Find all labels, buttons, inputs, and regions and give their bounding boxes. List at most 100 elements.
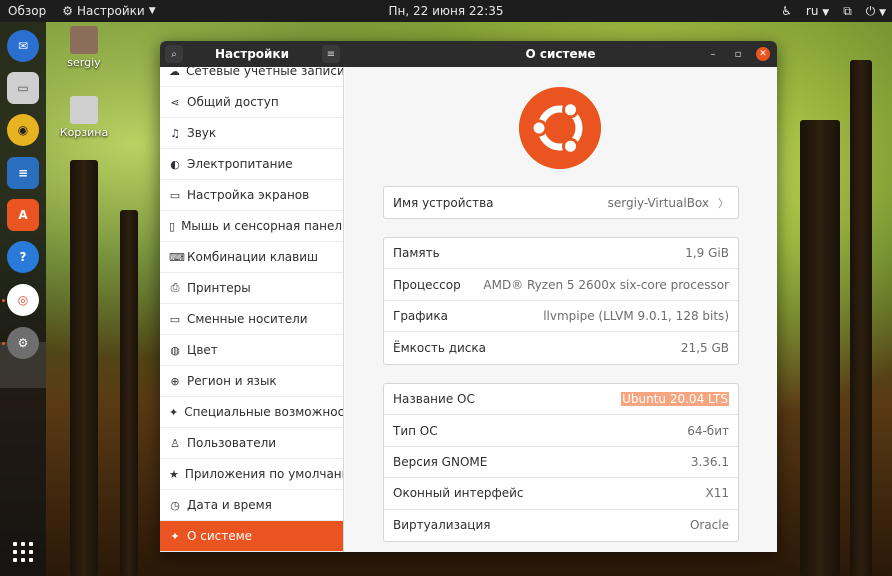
sidebar-item-label: Мышь и сенсорная панель [181, 219, 344, 233]
hamburger-icon: ≡ [326, 48, 336, 60]
sidebar-item[interactable]: ⌨ Комбинации клавиш [160, 242, 343, 273]
help-icon[interactable]: ? [7, 241, 39, 273]
info-value-text: Oracle [689, 518, 729, 533]
running-indicator [2, 299, 5, 302]
hardware-card: Память 1,9 GiB Процессор AMD® Ryzen 5 2600x… [383, 237, 739, 365]
info-value-text: Ubuntu 20.04 LTS [621, 392, 729, 407]
rhythmbox-icon[interactable]: ◉ [7, 114, 39, 146]
sidebar-item[interactable]: ✦ Специальные возможности [160, 397, 344, 428]
sidebar-item[interactable]: ★ Приложения по умолчанию [160, 459, 344, 490]
info-label: Процессор [393, 277, 461, 292]
sidebar-list: ☁ Сетевые учётные записи ⋖ Общий доступ ♫ Зву… [160, 67, 344, 552]
activities-button[interactable]: Обзор [0, 0, 54, 22]
desktop-trash[interactable]: Корзина [54, 96, 114, 139]
globe-icon: ⊕ [170, 374, 180, 388]
app-menu-label: Настройки [76, 4, 145, 18]
software-row: Название ОС Ubuntu 20.04 LTS [384, 384, 738, 416]
running-indicator [2, 342, 5, 345]
info-value: 21,5 GB [681, 341, 729, 355]
writer-icon[interactable]: ≡ [7, 157, 39, 189]
app-menu[interactable]: ⚙ Настройки ▼ [54, 0, 163, 22]
info-value: 1,9 GiB [685, 246, 729, 260]
software-icon[interactable]: A [7, 199, 39, 231]
sidebar-item[interactable]: ☁ Сетевые учётные записи [160, 67, 343, 87]
device-card: Имя устройства sergiy-VirtualBox 〉 [383, 186, 739, 220]
device-name-label: Имя устройства [393, 195, 494, 210]
sidebar-item[interactable]: ♫ Звук [160, 118, 343, 149]
sidebar-item[interactable]: ⎙ Принтеры [160, 273, 343, 304]
chrome-icon[interactable]: ◎ [7, 284, 39, 316]
info-value: AMD® Ryzen 5 2600x six-core processor [483, 278, 729, 292]
minimize-button[interactable]: – [706, 47, 720, 61]
hardware-row: Память 1,9 GiB [384, 238, 738, 270]
top-bar: Обзор ⚙ Настройки ▼ Пн, 22 июня 22:35 ♿ … [0, 0, 892, 22]
software-row: Виртуализация Oracle [384, 510, 738, 541]
info-label: Оконный интерфейс [393, 486, 524, 501]
cloud-icon: ☁ [169, 67, 180, 78]
lang-indicator[interactable]: ru ▼ [806, 4, 829, 18]
info-value: llvmpipe (LLVM 9.0.1, 128 bits) [543, 309, 729, 323]
sidebar-item[interactable]: ▭ Сменные носители [160, 304, 343, 335]
clock[interactable]: Пн, 22 июня 22:35 [381, 0, 512, 22]
device-name-value: sergiy-VirtualBox [607, 195, 709, 210]
desktop-trash-label: Корзина [59, 126, 109, 139]
info-label: Графика [393, 308, 448, 323]
title-bar: ⌕ Настройки ≡ О системе – ▫ ✕ [160, 41, 777, 67]
sidebar-item-label: Специальные возможности [184, 405, 344, 419]
sidebar-item[interactable]: ⋖ Общий доступ [160, 87, 343, 118]
sidebar-item[interactable]: ▭ Настройка экранов [160, 180, 343, 211]
sidebar-item[interactable]: ◐ Электропитание [160, 149, 343, 180]
sidebar-item-label: Приложения по умолчанию [184, 467, 344, 481]
sidebar-item-label: Общий доступ [187, 95, 279, 109]
mouse-icon: ▯ [169, 219, 176, 233]
network-icon[interactable]: ⧉ [843, 4, 852, 19]
sidebar-item[interactable]: ⊕ Регион и язык [160, 366, 343, 397]
wallpaper-trunk [800, 120, 840, 576]
menu-button[interactable]: ≡ [322, 45, 340, 63]
info-value-text: X11 [705, 486, 730, 501]
thunderbird-icon[interactable]: ✉ [7, 30, 39, 62]
info-label: Ёмкость диска [393, 340, 486, 355]
show-applications-icon[interactable] [13, 542, 33, 562]
sidebar-item[interactable]: ✦ О системе [160, 521, 343, 552]
sidebar: ☁ Сетевые учётные записи ⋖ Общий доступ ♫ Зву… [160, 67, 344, 552]
accessibility-icon: ✦ [169, 405, 179, 419]
info-value: 64-бит [687, 424, 729, 438]
sidebar-item[interactable]: ▯ Мышь и сенсорная панель [160, 211, 344, 242]
power-icon: ◐ [170, 157, 180, 171]
color-icon: ◍ [170, 343, 180, 357]
sidebar-item[interactable]: ♙ Пользователи [160, 428, 343, 459]
info-label: Память [393, 246, 440, 261]
software-card: Название ОС Ubuntu 20.04 LTS Тип ОС 64-бит В… [383, 383, 739, 542]
power-icon[interactable]: ⏻ ▼ [866, 4, 886, 19]
sparkle-icon: ✦ [170, 529, 180, 543]
desktop-home-folder[interactable]: sergiy [54, 26, 114, 69]
maximize-icon: ▫ [734, 48, 742, 60]
wallpaper-trunk [850, 60, 872, 576]
keyboard-icon: ⌨ [169, 250, 185, 264]
info-value: 3.36.1 [691, 455, 729, 469]
sidebar-item-label: Дата и время [187, 498, 272, 512]
caret-down-icon: ▼ [822, 8, 830, 18]
software-row: Тип ОС 64-бит [384, 415, 738, 447]
sidebar-item-label: Сменные носители [187, 312, 308, 326]
close-button[interactable]: ✕ [756, 47, 770, 61]
minimize-icon: – [710, 48, 716, 60]
trash-icon [70, 96, 98, 124]
monitor-icon: ▭ [169, 188, 181, 202]
hardware-row: Графика llvmpipe (LLVM 9.0.1, 128 bits) [384, 301, 738, 333]
maximize-button[interactable]: ▫ [731, 47, 745, 61]
device-name-row[interactable]: Имя устройства sergiy-VirtualBox 〉 [384, 187, 738, 218]
settings-icon[interactable]: ⚙ [7, 327, 39, 359]
accessibility-icon[interactable]: ♿ [781, 4, 792, 18]
wallpaper-trunk [70, 160, 98, 576]
files-icon[interactable]: ▭ [7, 72, 39, 104]
sidebar-item[interactable]: ◷ Дата и время [160, 490, 343, 521]
hardware-row: Процессор AMD® Ryzen 5 2600x six-core pro… [384, 269, 738, 301]
sidebar-title: Настройки [214, 47, 289, 61]
sidebar-item[interactable]: ◍ Цвет [160, 335, 343, 366]
home-folder-icon [70, 26, 98, 54]
info-value-text: AMD® Ryzen 5 2600x six-core processor [483, 277, 729, 292]
sidebar-item-label: Настройка экранов [187, 188, 310, 202]
info-value-text: 3.36.1 [690, 454, 729, 469]
